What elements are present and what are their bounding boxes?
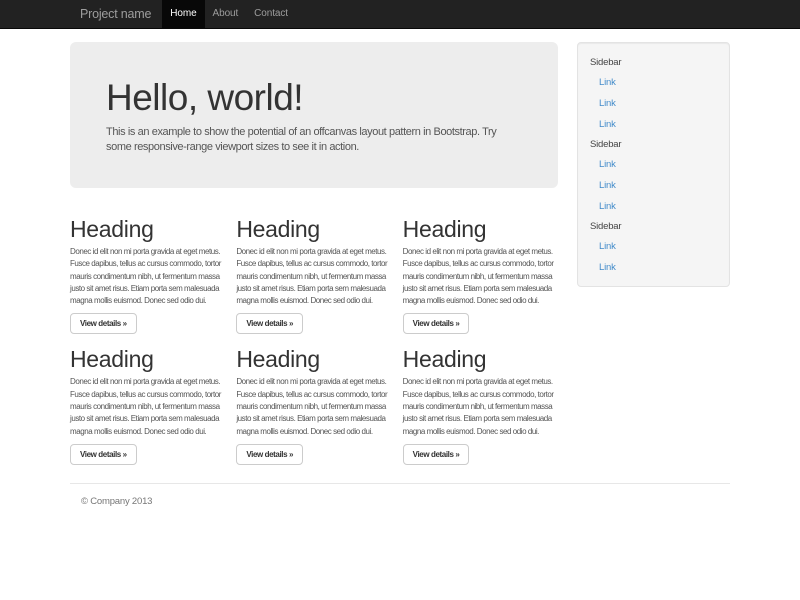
sidebar-link[interactable]: Link bbox=[590, 154, 717, 175]
nav-item-home[interactable]: Home bbox=[162, 0, 204, 28]
sidebar-link[interactable]: Link bbox=[590, 93, 717, 114]
article-heading: Heading bbox=[236, 346, 391, 372]
sidebar-group-title: Sidebar bbox=[590, 53, 717, 72]
view-details-button[interactable]: View details » bbox=[70, 444, 137, 465]
sidebar-link[interactable]: Link bbox=[590, 114, 717, 135]
copyright-text: © Company 2013 bbox=[70, 496, 730, 507]
article-body: Donec id elit non mi porta gravida at eg… bbox=[236, 246, 388, 307]
footer-divider bbox=[70, 483, 730, 484]
sidebar: Sidebar Link Link Link Sidebar Link Link… bbox=[577, 42, 730, 287]
article-row-1: Heading Donec id elit non mi porta gravi… bbox=[70, 216, 558, 334]
page-container: Hello, world! This is an example to show… bbox=[70, 42, 730, 507]
main-column: Hello, world! This is an example to show… bbox=[70, 42, 558, 477]
article-heading: Heading bbox=[403, 216, 558, 242]
view-details-button[interactable]: View details » bbox=[403, 444, 470, 465]
article-heading: Heading bbox=[236, 216, 391, 242]
sidebar-link[interactable]: Link bbox=[590, 257, 717, 278]
navbar-menu: Home About Contact bbox=[162, 0, 296, 28]
article-row-2: Heading Donec id elit non mi porta gravi… bbox=[70, 346, 558, 464]
article-card: Heading Donec id elit non mi porta gravi… bbox=[236, 346, 391, 464]
sidebar-group-title: Sidebar bbox=[590, 217, 717, 236]
view-details-button[interactable]: View details » bbox=[403, 313, 470, 334]
page-title: Hello, world! bbox=[106, 78, 522, 119]
sidebar-link[interactable]: Link bbox=[590, 236, 717, 257]
article-body: Donec id elit non mi porta gravida at eg… bbox=[70, 376, 222, 437]
nav-item-about[interactable]: About bbox=[205, 0, 247, 28]
article-heading: Heading bbox=[403, 346, 558, 372]
article-heading: Heading bbox=[70, 216, 225, 242]
article-card: Heading Donec id elit non mi porta gravi… bbox=[403, 346, 558, 464]
article-heading: Heading bbox=[70, 346, 225, 372]
article-card: Heading Donec id elit non mi porta gravi… bbox=[70, 346, 225, 464]
navbar-inner: Project name Home About Contact bbox=[70, 0, 730, 28]
view-details-button[interactable]: View details » bbox=[70, 313, 137, 334]
jumbotron-description: This is an example to show the potential… bbox=[106, 125, 498, 156]
footer: © Company 2013 bbox=[70, 496, 730, 507]
jumbotron: Hello, world! This is an example to show… bbox=[70, 42, 558, 188]
sidebar-well: Sidebar Link Link Link Sidebar Link Link… bbox=[577, 42, 730, 287]
article-card: Heading Donec id elit non mi porta gravi… bbox=[403, 216, 558, 334]
content-row: Hello, world! This is an example to show… bbox=[70, 42, 730, 477]
article-body: Donec id elit non mi porta gravida at eg… bbox=[70, 246, 222, 307]
article-body: Donec id elit non mi porta gravida at eg… bbox=[236, 376, 388, 437]
sidebar-link[interactable]: Link bbox=[590, 196, 717, 217]
view-details-button[interactable]: View details » bbox=[236, 444, 303, 465]
view-details-button[interactable]: View details » bbox=[236, 313, 303, 334]
article-card: Heading Donec id elit non mi porta gravi… bbox=[70, 216, 225, 334]
sidebar-group-title: Sidebar bbox=[590, 135, 717, 154]
sidebar-link[interactable]: Link bbox=[590, 72, 717, 93]
article-body: Donec id elit non mi porta gravida at eg… bbox=[403, 376, 555, 437]
nav-item-contact[interactable]: Contact bbox=[246, 0, 296, 28]
sidebar-link[interactable]: Link bbox=[590, 175, 717, 196]
article-card: Heading Donec id elit non mi porta gravi… bbox=[236, 216, 391, 334]
navbar-brand[interactable]: Project name bbox=[70, 0, 161, 28]
navbar: Project name Home About Contact bbox=[0, 0, 800, 29]
article-body: Donec id elit non mi porta gravida at eg… bbox=[403, 246, 555, 307]
